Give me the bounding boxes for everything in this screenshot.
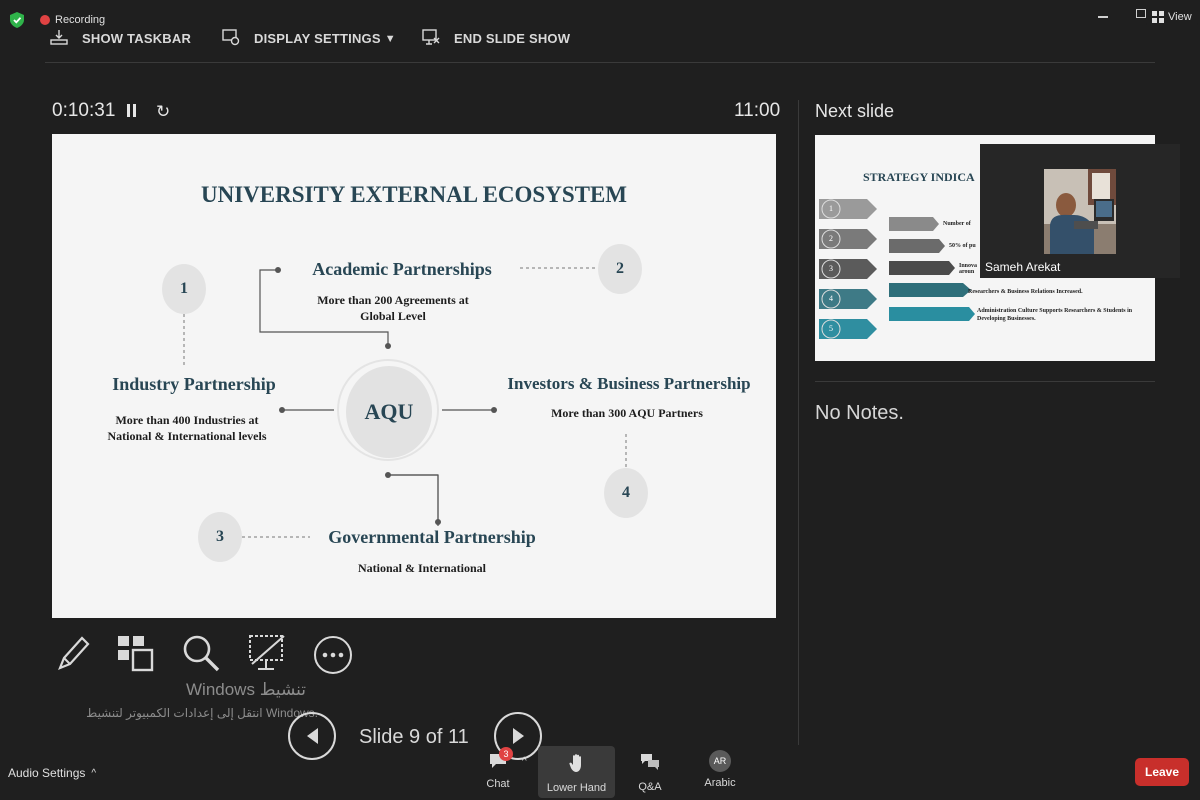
elapsed-timer: 0:10:31	[52, 100, 116, 121]
academic-partnerships-text: More than 200 Agreements at Global Level	[317, 293, 469, 323]
strategy-text-5: Administration Culture Supports Research…	[977, 308, 1133, 322]
qa-button[interactable]: Q&A	[630, 752, 670, 793]
previous-slide-button[interactable]	[288, 712, 336, 760]
minimize-icon[interactable]	[1098, 16, 1108, 18]
strategy-text-4: Researchers & Business Relations Increas…	[968, 289, 1083, 295]
chat-options-caret[interactable]: ^	[522, 756, 527, 767]
lower-hand-label: Lower Hand	[546, 782, 607, 794]
number-badge-1: 1	[162, 264, 206, 314]
display-settings-label: DISPLAY SETTINGS	[254, 31, 381, 46]
slide-counter: Slide 9 of 11	[359, 726, 469, 748]
shield-icon	[10, 12, 24, 33]
leave-label: Leave	[1144, 765, 1180, 779]
investors-partnership-title: Investors & Business Partnership	[507, 374, 751, 393]
clock-time: 11:00	[734, 100, 781, 121]
previous-arrow-icon	[306, 728, 318, 744]
aqu-center-label: AQU	[364, 399, 414, 424]
display-settings-icon	[222, 28, 240, 49]
strategy-num-2: 2	[829, 234, 833, 243]
pane-divider	[798, 100, 799, 745]
speaker-notes: No Notes.	[815, 402, 904, 424]
strategy-num-4: 4	[829, 294, 833, 303]
grid-icon	[1152, 11, 1164, 23]
more-options-icon[interactable]	[312, 634, 354, 681]
governmental-partnership-title: Governmental Partnership	[328, 527, 536, 547]
next-slide-title: STRATEGY INDICA	[863, 170, 975, 184]
hand-icon	[568, 753, 585, 776]
number-badge-2: 2	[598, 244, 642, 294]
chat-badge: 3	[499, 747, 513, 761]
black-screen-icon[interactable]	[246, 632, 288, 679]
language-label: Arabic	[704, 777, 736, 789]
recording-indicator[interactable]: Recording	[40, 14, 105, 26]
top-divider	[45, 62, 1155, 63]
recording-label: Recording	[55, 14, 106, 26]
notes-divider	[815, 381, 1155, 382]
investors-partnership-text: More than 300 AQU Partners	[551, 406, 703, 420]
windows-activation-text: انتقل إلى إعدادات الكمبيوتر لتنشيط Windo…	[86, 706, 318, 720]
zoom-icon[interactable]	[180, 632, 222, 679]
see-all-slides-icon[interactable]	[114, 632, 156, 679]
audio-settings-label: Audio Settings	[8, 766, 86, 780]
lower-hand-button[interactable]: Lower Hand	[538, 746, 615, 798]
strategy-num-3: 3	[829, 264, 833, 273]
participant-thumbnail	[1044, 169, 1116, 254]
chevron-up-icon: ^	[91, 767, 97, 779]
chat-label: Chat	[486, 778, 510, 790]
windows-activation-title: Windows تنشيط	[186, 680, 306, 699]
view-button[interactable]: View	[1146, 8, 1198, 26]
restore-icon[interactable]	[1136, 9, 1146, 18]
chat-icon: 3	[488, 747, 513, 770]
next-slide-label: Next slide	[815, 101, 895, 121]
recording-dot-icon	[40, 15, 50, 25]
language-code-badge: AR	[709, 750, 731, 772]
participant-name: Sameh Arekat	[985, 260, 1061, 274]
show-taskbar-button[interactable]: SHOW TASKBAR	[50, 28, 191, 49]
pen-icon[interactable]	[52, 632, 94, 679]
restart-timer-icon[interactable]: ↻	[156, 102, 170, 122]
leave-button[interactable]: Leave	[1135, 758, 1189, 786]
end-slide-show-button[interactable]: END SLIDE SHOW	[422, 28, 570, 49]
strategy-text-2: 50% of pu	[949, 243, 976, 249]
caret-down-icon: ▼	[384, 32, 396, 45]
next-arrow-icon	[512, 728, 524, 744]
governmental-partnership-text: National & International	[357, 561, 486, 575]
qa-icon	[639, 752, 661, 775]
end-show-icon	[422, 28, 440, 49]
strategy-text-1: Number of	[943, 221, 971, 227]
pause-icon[interactable]	[127, 104, 136, 117]
number-badge-3: 3	[198, 512, 242, 562]
end-slide-show-label: END SLIDE SHOW	[454, 31, 571, 46]
view-label: View	[1168, 11, 1192, 23]
strategy-num-1: 1	[829, 204, 833, 213]
taskbar-icon	[50, 28, 68, 49]
chat-button[interactable]: 3 Chat	[478, 747, 518, 790]
audio-settings-button[interactable]: Audio Settings ^	[8, 766, 96, 780]
number-badge-4: 4	[604, 468, 648, 518]
show-taskbar-label: SHOW TASKBAR	[82, 31, 192, 46]
display-settings-button[interactable]: DISPLAY SETTINGS ▼	[222, 28, 396, 49]
academic-partnerships-title: Academic Partnerships	[312, 259, 492, 279]
language-button[interactable]: AR Arabic	[700, 750, 740, 789]
industry-partnership-title: Industry Partnership	[112, 374, 276, 394]
current-slide: UNIVERSITY EXTERNAL ECOSYSTEM Academic P…	[52, 134, 776, 618]
participant-video[interactable]: Sameh Arekat	[980, 144, 1180, 278]
qa-label: Q&A	[638, 781, 662, 793]
slide-title: UNIVERSITY EXTERNAL ECOSYSTEM	[200, 182, 628, 207]
aqu-center-circle: AQU	[346, 366, 432, 458]
industry-partnership-text: More than 400 Industries at National & I…	[107, 413, 267, 443]
strategy-num-5: 5	[829, 324, 833, 333]
